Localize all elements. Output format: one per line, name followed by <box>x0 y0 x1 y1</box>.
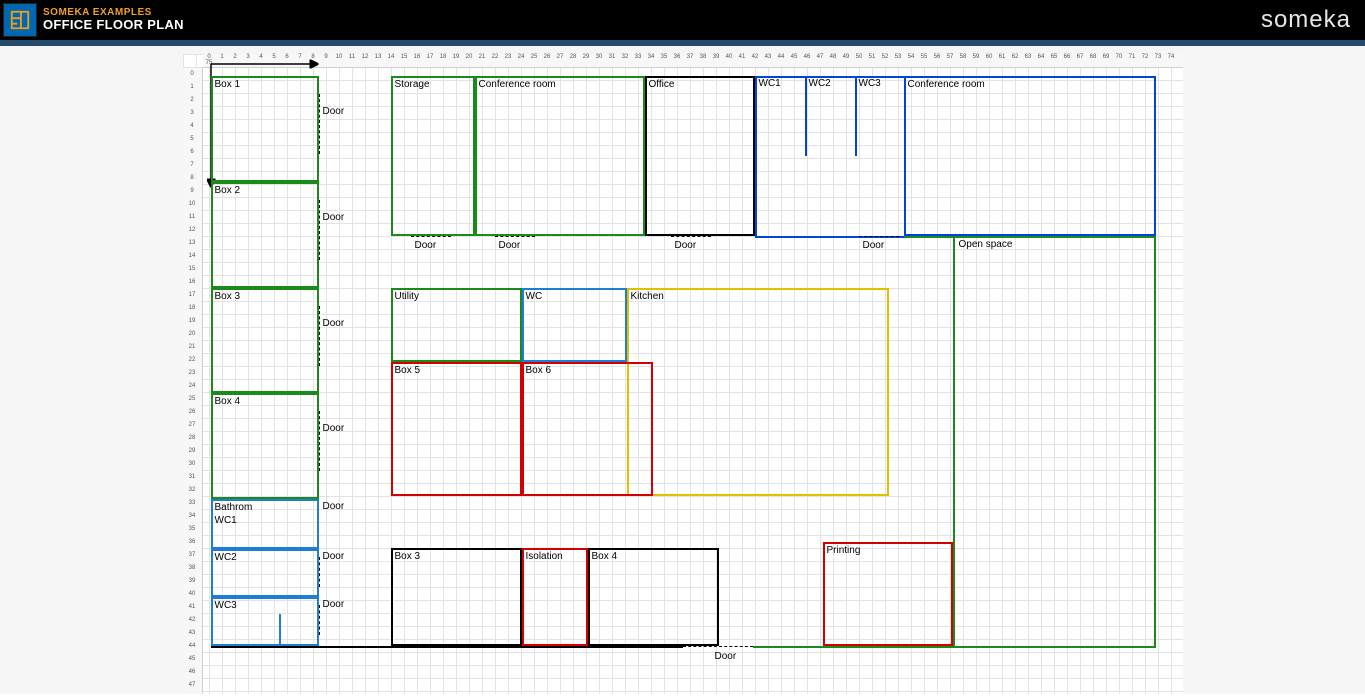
room-label-wc1: WC1 <box>215 515 237 526</box>
room-box2[interactable]: Box 2 <box>211 182 319 288</box>
door-label-conf1: Door <box>499 240 521 251</box>
door-wcstrip <box>859 236 899 237</box>
room-label: Box 5 <box>395 365 421 376</box>
room-label: Storage <box>395 79 430 90</box>
ruler-vertical: 0123456789101112131415161718192021222324… <box>183 68 203 694</box>
door-label-bottom: Door <box>715 651 737 662</box>
room-label: WC <box>526 291 543 302</box>
wc-div-1 <box>805 76 807 156</box>
room-label: WC3 <box>215 600 237 611</box>
room-label: Conference room <box>908 79 985 90</box>
room-label: Printing <box>827 545 861 556</box>
room-box6[interactable]: Box 6 <box>522 362 653 496</box>
room-label: WC2 <box>215 552 237 563</box>
room-label: Box 2 <box>215 185 241 196</box>
room-label: Box 1 <box>215 79 241 90</box>
bath-inner-div <box>279 614 281 646</box>
door-label-wc3: Door <box>323 599 345 610</box>
room-conference2[interactable]: Conference room <box>904 76 1156 236</box>
room-printing[interactable]: Printing <box>823 542 953 646</box>
door-box3 <box>319 306 320 366</box>
ruler-horizontal: 0123456789101112131415161718192021222324… <box>203 54 1183 68</box>
header-bar: SOMEKA EXAMPLES OFFICE FLOOR PLAN someka <box>0 0 1365 40</box>
corridor-top <box>904 236 1156 238</box>
room-label: Isolation <box>526 551 563 562</box>
room-label: Box 4 <box>215 396 241 407</box>
wc-strip-left <box>755 76 757 236</box>
room-box3[interactable]: Box 3 <box>211 288 319 393</box>
outer-bottom-gap <box>683 646 753 647</box>
door-label-box3: Door <box>323 318 345 329</box>
door-box4 <box>319 411 320 471</box>
door-storage <box>411 236 451 237</box>
room-utility[interactable]: Utility <box>391 288 522 362</box>
room-wc3[interactable]: WC3 <box>211 597 319 646</box>
open-space-label: Open space <box>959 239 1013 250</box>
stage-outer: 0123456789101112131415161718192021222324… <box>0 46 1365 694</box>
door-label-office: Door <box>675 240 697 251</box>
outer-bottom-right <box>753 646 1156 648</box>
room-bathrom[interactable]: Bathrom WC1 <box>211 499 319 549</box>
wc3-small-label: WC3 <box>859 78 881 89</box>
open-space-left-wall <box>953 236 955 646</box>
room-label: Box 3 <box>395 551 421 562</box>
wc2-small-label: WC2 <box>809 78 831 89</box>
door-label-wcstrip: Door <box>863 240 885 251</box>
door-box2 <box>319 200 320 260</box>
room-box3b[interactable]: Box 3 <box>391 548 522 646</box>
room-label: Box 6 <box>526 365 552 376</box>
door-label-box2: Door <box>323 212 345 223</box>
header-main-title: OFFICE FLOOR PLAN <box>43 18 184 32</box>
outer-bottom-left <box>211 646 683 648</box>
door-label-storage: Door <box>415 240 437 251</box>
room-label: Conference room <box>479 79 556 90</box>
door-office <box>671 236 711 237</box>
room-label: Utility <box>395 291 419 302</box>
header-titles: SOMEKA EXAMPLES OFFICE FLOOR PLAN <box>43 7 184 32</box>
room-label: Kitchen <box>631 291 664 302</box>
door-wc2 <box>319 557 320 587</box>
door-label-box1: Door <box>323 106 345 117</box>
door-label-box4: Door <box>323 423 345 434</box>
room-conference1[interactable]: Conference room <box>475 76 645 236</box>
door-label-bath: Door <box>323 501 345 512</box>
door-conference1 <box>495 236 535 237</box>
floorplan-icon <box>3 3 37 37</box>
room-kitchen[interactable]: Kitchen <box>627 288 889 496</box>
wc-div-2 <box>855 76 857 156</box>
room-label: Box 4 <box>592 551 618 562</box>
brand-logo: someka <box>1261 0 1351 40</box>
wc1-small-label: WC1 <box>759 78 781 89</box>
room-box4b[interactable]: Box 4 <box>588 548 719 646</box>
room-box5[interactable]: Box 5 <box>391 362 522 496</box>
room-label: Box 3 <box>215 291 241 302</box>
room-label: Office <box>649 79 675 90</box>
door-box1 <box>319 94 320 154</box>
room-office[interactable]: Office <box>645 76 755 236</box>
room-box1[interactable]: Box 1 <box>211 76 319 182</box>
outer-right-wall <box>1154 236 1156 648</box>
floorplan-stage[interactable]: 0123456789101112131415161718192021222324… <box>183 54 1183 694</box>
room-wc[interactable]: WC <box>522 288 627 362</box>
room-label: Bathrom <box>215 502 253 513</box>
room-box4[interactable]: Box 4 <box>211 393 319 499</box>
room-isolation[interactable]: Isolation <box>522 548 588 646</box>
room-wc2[interactable]: WC2 <box>211 549 319 597</box>
door-label-wc2: Door <box>323 551 345 562</box>
room-storage[interactable]: Storage <box>391 76 475 236</box>
door-wc3 <box>319 605 320 635</box>
